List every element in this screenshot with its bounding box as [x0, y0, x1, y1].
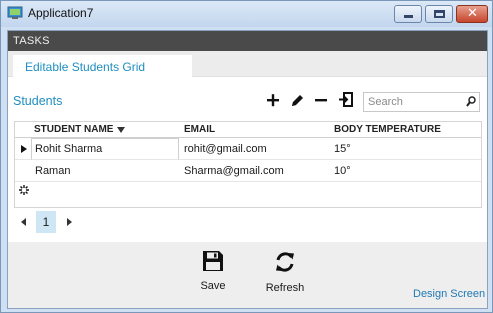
page-button-current[interactable]: 1 — [36, 211, 56, 233]
search-box[interactable] — [363, 92, 480, 112]
plus-icon — [267, 94, 279, 107]
floppy-disk-icon — [203, 251, 223, 271]
export-button[interactable] — [338, 91, 354, 109]
minimize-button[interactable] — [394, 5, 422, 23]
application-window: Application7 ✕ TASKS Editable Students G… — [0, 0, 493, 313]
window-title: Application7 — [28, 6, 94, 20]
cell-student-name[interactable]: Rohit Sharma — [35, 143, 102, 155]
refresh-label: Refresh — [265, 282, 305, 294]
cell-body-temperature[interactable]: 15° — [334, 143, 351, 155]
cell-email[interactable]: rohit@gmail.com — [184, 143, 267, 155]
tab-label: Editable Students Grid — [25, 60, 146, 74]
delete-button[interactable] — [313, 91, 329, 109]
pencil-icon — [292, 95, 303, 106]
maximize-button[interactable] — [425, 5, 453, 23]
column-header-email[interactable]: EMAIL — [184, 124, 215, 135]
sort-descending-icon[interactable] — [117, 127, 125, 133]
cell-email[interactable]: Sharma@gmail.com — [184, 165, 284, 177]
title-bar[interactable]: Application7 ✕ — [1, 1, 492, 27]
table-row[interactable]: Raman Sharma@gmail.com 10° — [15, 160, 481, 182]
bottom-toolbar: Save Refresh Design Screen — [8, 242, 487, 308]
save-label: Save — [200, 280, 226, 292]
cell-student-name[interactable]: Raman — [35, 165, 70, 177]
grid-header: STUDENT NAME EMAIL BODY TEMPERATURE — [15, 122, 481, 138]
column-header-body-temperature[interactable]: BODY TEMPERATURE — [334, 124, 441, 135]
tasks-label: TASKS — [13, 35, 50, 47]
design-screen-link[interactable]: Design Screen — [413, 288, 485, 300]
new-row-icon[interactable] — [18, 184, 30, 196]
minimize-icon — [404, 15, 413, 18]
tab-strip: Editable Students Grid — [8, 51, 487, 78]
maximize-icon — [434, 10, 445, 18]
close-button[interactable]: ✕ — [456, 5, 488, 23]
add-button[interactable] — [265, 91, 281, 109]
table-row[interactable]: Rohit Sharma rohit@gmail.com 15° — [15, 138, 481, 160]
export-icon — [339, 92, 353, 107]
cell-body-temperature[interactable]: 10° — [334, 165, 351, 177]
save-button[interactable]: Save — [188, 250, 238, 300]
next-page-icon[interactable] — [67, 218, 72, 226]
close-icon: ✕ — [467, 6, 478, 21]
minus-icon — [315, 99, 327, 102]
search-input[interactable] — [368, 95, 460, 109]
refresh-button[interactable]: Refresh — [260, 250, 310, 300]
refresh-icon — [276, 252, 294, 272]
edit-button[interactable] — [289, 91, 305, 109]
tasks-bar[interactable]: TASKS — [8, 31, 487, 51]
students-grid: STUDENT NAME EMAIL BODY TEMPERATURE Rohi… — [14, 121, 482, 208]
app-icon — [7, 6, 23, 19]
column-header-student-name[interactable]: STUDENT NAME — [34, 124, 113, 135]
search-icon[interactable] — [465, 95, 477, 109]
previous-page-icon[interactable] — [21, 218, 26, 226]
section-title: Students — [13, 94, 63, 108]
current-row-icon — [21, 145, 27, 153]
tab-editable-students-grid[interactable]: Editable Students Grid — [13, 55, 192, 78]
client-area: TASKS Editable Students Grid Students Se… — [7, 30, 488, 309]
